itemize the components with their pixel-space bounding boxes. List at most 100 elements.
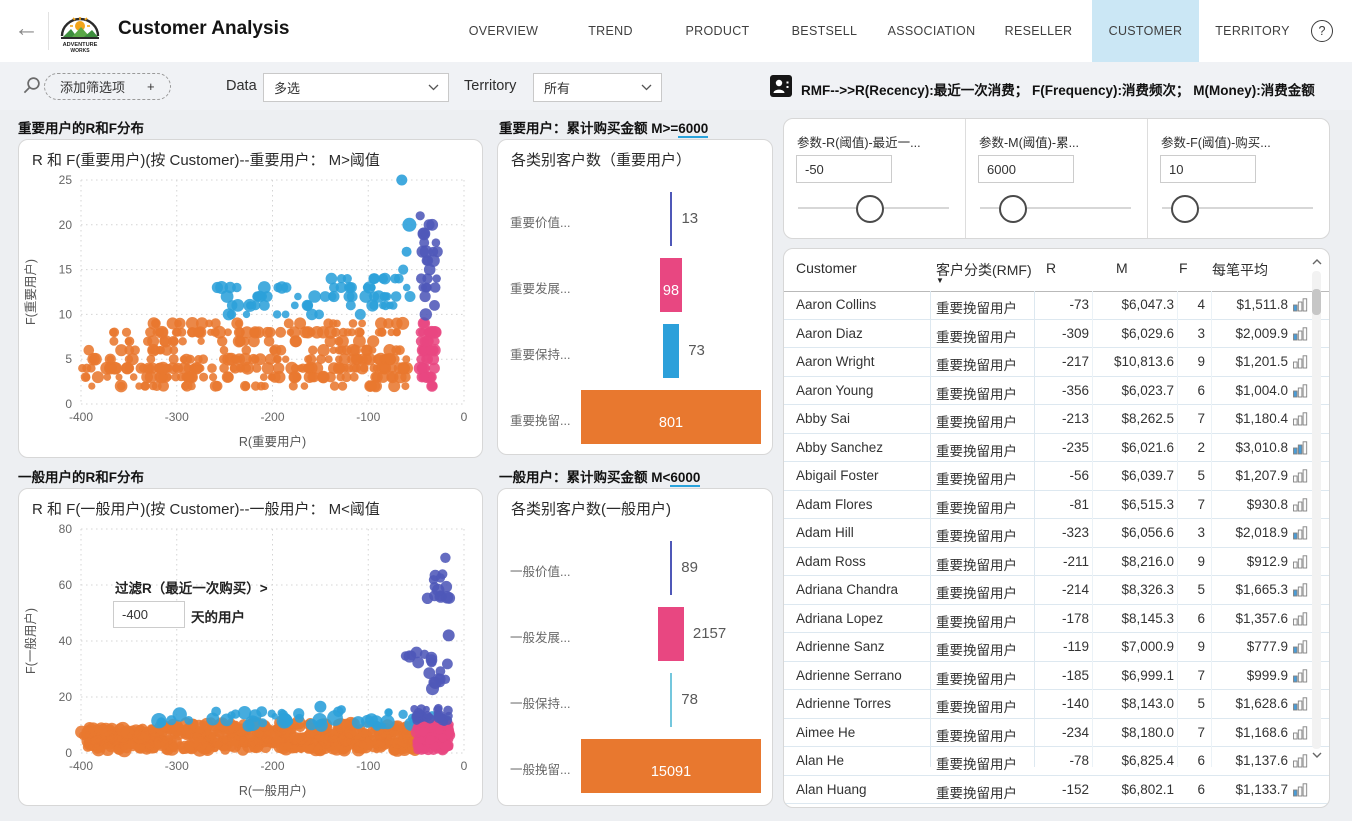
funnel-bar[interactable] <box>670 673 673 727</box>
table-row[interactable]: Alan He 重要挽留用户 -78 $6,825.4 6 $1,137.6 <box>784 747 1329 776</box>
tab-customer[interactable]: CUSTOMER <box>1092 0 1199 62</box>
cell-f: 6 <box>1179 611 1205 626</box>
funnel-bar[interactable]: 15091 <box>581 739 761 793</box>
svg-text:10: 10 <box>59 307 73 321</box>
funnel-chart-important: 重要价值... 13重要发展... 98重要保持... 73重要挽留... 80… <box>498 186 772 450</box>
search-icon[interactable] <box>22 76 41 95</box>
funnel-row[interactable]: 一般发展... 2157 <box>498 601 772 667</box>
funnel-row[interactable]: 重要价值... 13 <box>498 186 772 252</box>
svg-text:5: 5 <box>65 352 72 366</box>
column-header-3[interactable]: M <box>1116 260 1128 276</box>
funnel-bar[interactable] <box>670 192 673 246</box>
data-filter-dropdown[interactable]: 多选 <box>263 73 449 102</box>
funnel-card-important: 各类别客户数（重要用户） 重要价值... 13重要发展... 98重要保持...… <box>497 139 773 455</box>
slider-thumb[interactable] <box>1171 195 1199 223</box>
cell-category: 重要挽留用户 <box>936 725 1032 745</box>
funnel-bar[interactable] <box>658 607 684 661</box>
table-row[interactable]: Adriana Lopez 重要挽留用户 -178 $8,145.3 6 $1,… <box>784 605 1329 634</box>
svg-text:-300: -300 <box>165 759 189 773</box>
tab-overview[interactable]: OVERVIEW <box>450 0 557 62</box>
filter-annotation-input[interactable]: -400 <box>113 601 185 628</box>
chart-title: R 和 F(一般用户)(按 Customer)--一般用户： M<阈值 <box>32 498 380 519</box>
table-row[interactable]: Aaron Young 重要挽留用户 -356 $6,023.7 6 $1,00… <box>784 377 1329 406</box>
cell-customer: Adam Ross <box>796 554 926 569</box>
sort-descending-icon[interactable]: ▼ <box>936 276 944 285</box>
funnel-category-label: 一般发展... <box>510 627 570 646</box>
funnel-bar[interactable]: 801 <box>581 390 761 444</box>
slider-thumb[interactable] <box>856 195 884 223</box>
funnel-row[interactable]: 一般挽留... 15091 <box>498 733 772 799</box>
table-row[interactable]: Abby Sanchez 重要挽留用户 -235 $6,021.6 2 $3,0… <box>784 434 1329 463</box>
funnel-row[interactable]: 重要保持... 73 <box>498 318 772 384</box>
cell-m: $6,023.7 <box>1094 383 1174 398</box>
column-header-0[interactable]: Customer <box>796 260 857 276</box>
table-row[interactable]: Adrienne Serrano 重要挽留用户 -185 $6,999.1 7 … <box>784 662 1329 691</box>
cell-f: 7 <box>1179 725 1205 740</box>
column-header-4[interactable]: F <box>1179 260 1188 276</box>
m-threshold-link[interactable]: 6000 <box>670 470 700 487</box>
funnel-bar[interactable] <box>670 541 673 595</box>
funnel-category-label: 重要价值... <box>510 212 570 231</box>
m-threshold-link[interactable]: 6000 <box>678 121 708 138</box>
svg-text:0: 0 <box>65 746 72 760</box>
table-row[interactable]: Adam Flores 重要挽留用户 -81 $6,515.3 7 $930.8 <box>784 491 1329 520</box>
parameter-input[interactable]: 6000 <box>978 155 1074 183</box>
cell-m: $8,143.0 <box>1094 696 1174 711</box>
funnel-row[interactable]: 重要发展... 98 <box>498 252 772 318</box>
table-row[interactable]: Adam Hill 重要挽留用户 -323 $6,056.6 3 $2,018.… <box>784 519 1329 548</box>
svg-text:0: 0 <box>461 410 468 424</box>
funnel-row[interactable]: 一般价值... 89 <box>498 535 772 601</box>
table-row[interactable]: Adrienne Torres 重要挽留用户 -140 $8,143.0 5 $… <box>784 690 1329 719</box>
tab-bestsell[interactable]: BESTSELL <box>771 0 878 62</box>
territory-filter-dropdown[interactable]: 所有 <box>533 73 662 102</box>
rmf-note: RMF-->>R(Recency):最近一次消费； F(Frequency):消… <box>801 79 1315 99</box>
funnel-value: 78 <box>681 691 698 708</box>
scatter-card-important: R 和 F(重要用户)(按 Customer)--重要用户： M>阈值 0510… <box>18 139 483 458</box>
cell-m: $6,029.6 <box>1094 326 1174 341</box>
cell-f: 7 <box>1179 668 1205 683</box>
table-row[interactable]: Abby Sai 重要挽留用户 -213 $8,262.5 7 $1,180.4 <box>784 405 1329 434</box>
svg-text:F(重要用户): F(重要用户) <box>23 259 38 325</box>
column-divider <box>1211 291 1212 767</box>
column-header-5[interactable]: 每笔平均 <box>1212 260 1268 280</box>
tab-reseller[interactable]: RESELLER <box>985 0 1092 62</box>
funnel-row[interactable]: 一般保持... 78 <box>498 667 772 733</box>
cell-r: -140 <box>1034 696 1089 711</box>
section-title-general-rf: 一般用户的R和F分布 <box>18 466 144 486</box>
scroll-up-icon[interactable] <box>1311 256 1323 268</box>
table-row[interactable]: Adam Ross 重要挽留用户 -211 $8,216.0 9 $912.9 <box>784 548 1329 577</box>
funnel-value: 98 <box>660 283 682 299</box>
scroll-down-icon[interactable] <box>1311 749 1323 761</box>
cell-avg: $1,207.9 <box>1208 468 1288 483</box>
add-filter-button[interactable]: 添加筛选项 + <box>44 73 171 100</box>
tab-territory[interactable]: TERRITORY <box>1199 0 1306 62</box>
parameter-input[interactable]: 10 <box>1160 155 1256 183</box>
cell-category: 重要挽留用户 <box>936 326 1032 346</box>
cell-r: -213 <box>1034 411 1089 426</box>
slider-thumb[interactable] <box>999 195 1027 223</box>
table-row[interactable]: Alan Wu 重要挽留用户 -88 $6,841.4 7 $977.3 <box>784 804 1329 808</box>
table-row[interactable]: Aaron Collins 重要挽留用户 -73 $6,047.3 4 $1,5… <box>784 291 1329 320</box>
tab-product[interactable]: PRODUCT <box>664 0 771 62</box>
table-row[interactable]: Aimee He 重要挽留用户 -234 $8,180.0 7 $1,168.6 <box>784 719 1329 748</box>
table-row[interactable]: Alan Huang 重要挽留用户 -152 $6,802.1 6 $1,133… <box>784 776 1329 805</box>
table-row[interactable]: Aaron Diaz 重要挽留用户 -309 $6,029.6 3 $2,009… <box>784 320 1329 349</box>
tab-association[interactable]: ASSOCIATION <box>878 0 985 62</box>
parameter-input[interactable]: -50 <box>796 155 892 183</box>
funnel-bar[interactable] <box>663 324 679 378</box>
funnel-bar[interactable]: 98 <box>660 258 682 312</box>
table-row[interactable]: Aaron Wright 重要挽留用户 -217 $10,813.6 9 $1,… <box>784 348 1329 377</box>
table-row[interactable]: Adrienne Sanz 重要挽留用户 -119 $7,000.9 9 $77… <box>784 633 1329 662</box>
funnel-row[interactable]: 重要挽留... 801 <box>498 384 772 450</box>
table-row[interactable]: Adriana Chandra 重要挽留用户 -214 $8,326.3 5 $… <box>784 576 1329 605</box>
scrollbar-track[interactable] <box>1312 271 1321 749</box>
tab-trend[interactable]: TREND <box>557 0 664 62</box>
cell-avg: $3,010.8 <box>1208 440 1288 455</box>
table-row[interactable]: Abigail Foster 重要挽留用户 -56 $6,039.7 5 $1,… <box>784 462 1329 491</box>
back-icon[interactable]: ← <box>14 14 39 43</box>
help-icon[interactable]: ? <box>1311 20 1333 42</box>
scrollbar-thumb[interactable] <box>1312 289 1321 315</box>
svg-text:-400: -400 <box>69 759 93 773</box>
column-header-2[interactable]: R <box>1046 260 1056 276</box>
column-header-1[interactable]: 客户分类(RMF) <box>936 260 1032 280</box>
